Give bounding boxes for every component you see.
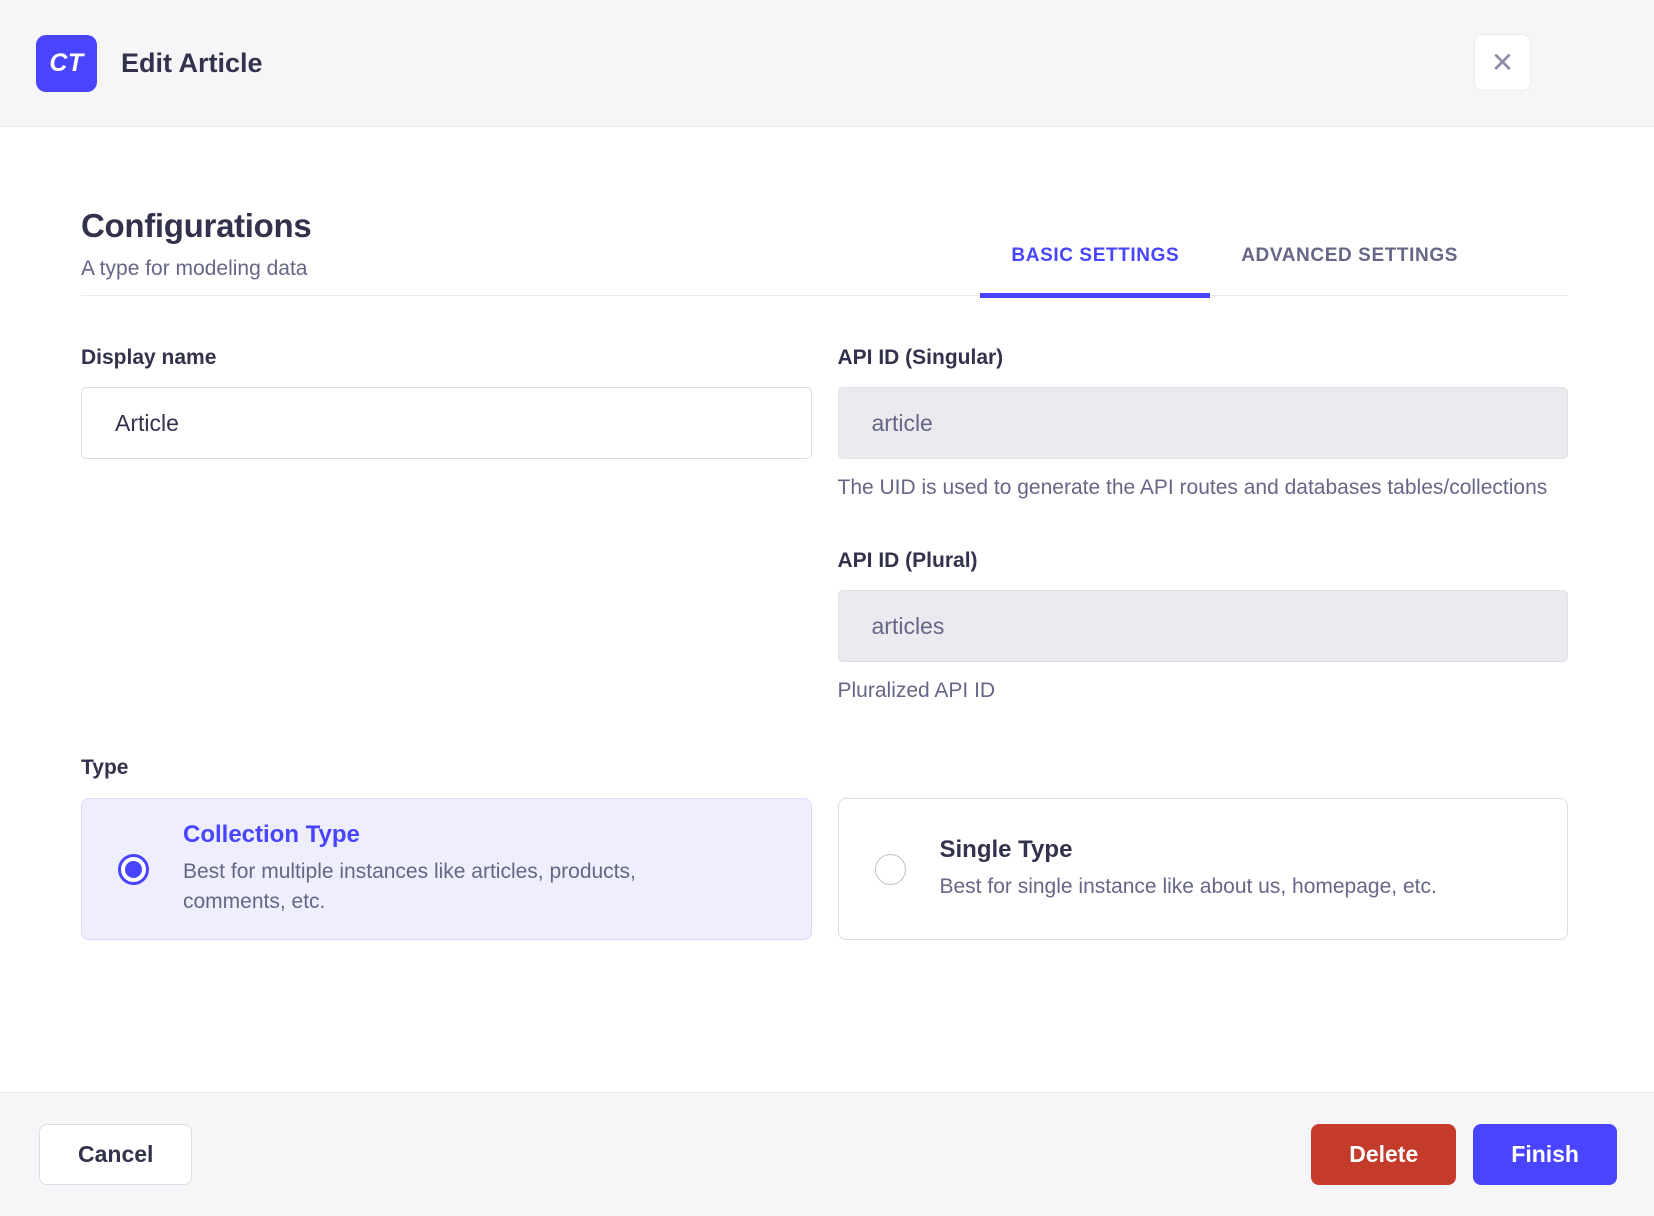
collection-type-description: Best for multiple instances like article… bbox=[183, 860, 636, 913]
api-id-plural-input bbox=[837, 590, 1568, 662]
close-button[interactable]: ✕ bbox=[1474, 34, 1531, 91]
form-column-right: API ID (Singular) The UID is used to gen… bbox=[837, 346, 1568, 706]
modal-footer: Cancel Delete Finish bbox=[0, 1092, 1654, 1216]
modal-title: Edit Article bbox=[121, 47, 263, 78]
radio-dot-icon bbox=[125, 860, 142, 878]
content-type-badge-label: CT bbox=[49, 48, 84, 77]
single-type-text: Single Type Best for single instance lik… bbox=[940, 836, 1437, 902]
single-type-option[interactable]: Single Type Best for single instance lik… bbox=[837, 798, 1568, 940]
single-type-title: Single Type bbox=[939, 836, 1073, 863]
api-id-singular-hint: The UID is used to generate the API rout… bbox=[837, 476, 1548, 499]
edit-content-type-modal: CT Edit Article ✕ Configurations A type … bbox=[0, 0, 1654, 1216]
cancel-button[interactable]: Cancel bbox=[39, 1124, 193, 1185]
footer-actions: Delete Finish bbox=[1311, 1124, 1617, 1185]
configuration-form: Display name API ID (Singular) The UID i… bbox=[81, 346, 1568, 706]
section-title: Configurations bbox=[81, 207, 312, 244]
settings-tabs: BASIC SETTINGS ADVANCED SETTINGS bbox=[980, 245, 1489, 298]
api-id-plural-hint: Pluralized API ID bbox=[837, 679, 996, 702]
content-type-badge-icon: CT bbox=[36, 34, 97, 92]
display-name-input[interactable] bbox=[81, 387, 812, 459]
tab-basic-settings[interactable]: BASIC SETTINGS bbox=[980, 245, 1211, 298]
collection-type-text: Collection Type Best for multiple instan… bbox=[183, 821, 743, 917]
section-subtitle: A type for modeling data bbox=[81, 257, 308, 280]
close-icon: ✕ bbox=[1490, 46, 1515, 78]
type-label: Type bbox=[81, 756, 129, 779]
api-id-singular-label: API ID (Singular) bbox=[837, 346, 1004, 369]
collection-type-radio[interactable] bbox=[118, 853, 149, 885]
single-type-radio[interactable] bbox=[874, 853, 906, 885]
single-type-description: Best for single instance like about us, … bbox=[939, 875, 1437, 898]
collection-type-option[interactable]: Collection Type Best for multiple instan… bbox=[81, 798, 812, 940]
display-name-field: Display name bbox=[81, 346, 812, 459]
api-id-plural-field: API ID (Plural) Pluralized API ID bbox=[837, 549, 1568, 706]
api-id-singular-input bbox=[837, 387, 1568, 459]
section-titles: Configurations A type for modeling data bbox=[81, 207, 312, 295]
section-head: Configurations A type for modeling data … bbox=[81, 127, 1568, 298]
api-id-plural-label: API ID (Plural) bbox=[837, 549, 978, 572]
modal-header-left: CT Edit Article bbox=[36, 34, 263, 92]
tab-advanced-settings[interactable]: ADVANCED SETTINGS bbox=[1210, 245, 1489, 295]
modal-header: CT Edit Article ✕ bbox=[0, 0, 1654, 127]
type-section: Type Collection Type Best for multiple i… bbox=[81, 756, 1568, 940]
delete-button[interactable]: Delete bbox=[1311, 1124, 1457, 1185]
collection-type-title: Collection Type bbox=[183, 821, 360, 848]
api-id-singular-field: API ID (Singular) The UID is used to gen… bbox=[837, 346, 1568, 503]
modal-body: Configurations A type for modeling data … bbox=[0, 127, 1654, 1092]
display-name-label: Display name bbox=[81, 346, 217, 369]
finish-button[interactable]: Finish bbox=[1473, 1124, 1617, 1185]
form-column-left: Display name bbox=[81, 346, 812, 706]
type-options: Collection Type Best for multiple instan… bbox=[81, 798, 1568, 940]
